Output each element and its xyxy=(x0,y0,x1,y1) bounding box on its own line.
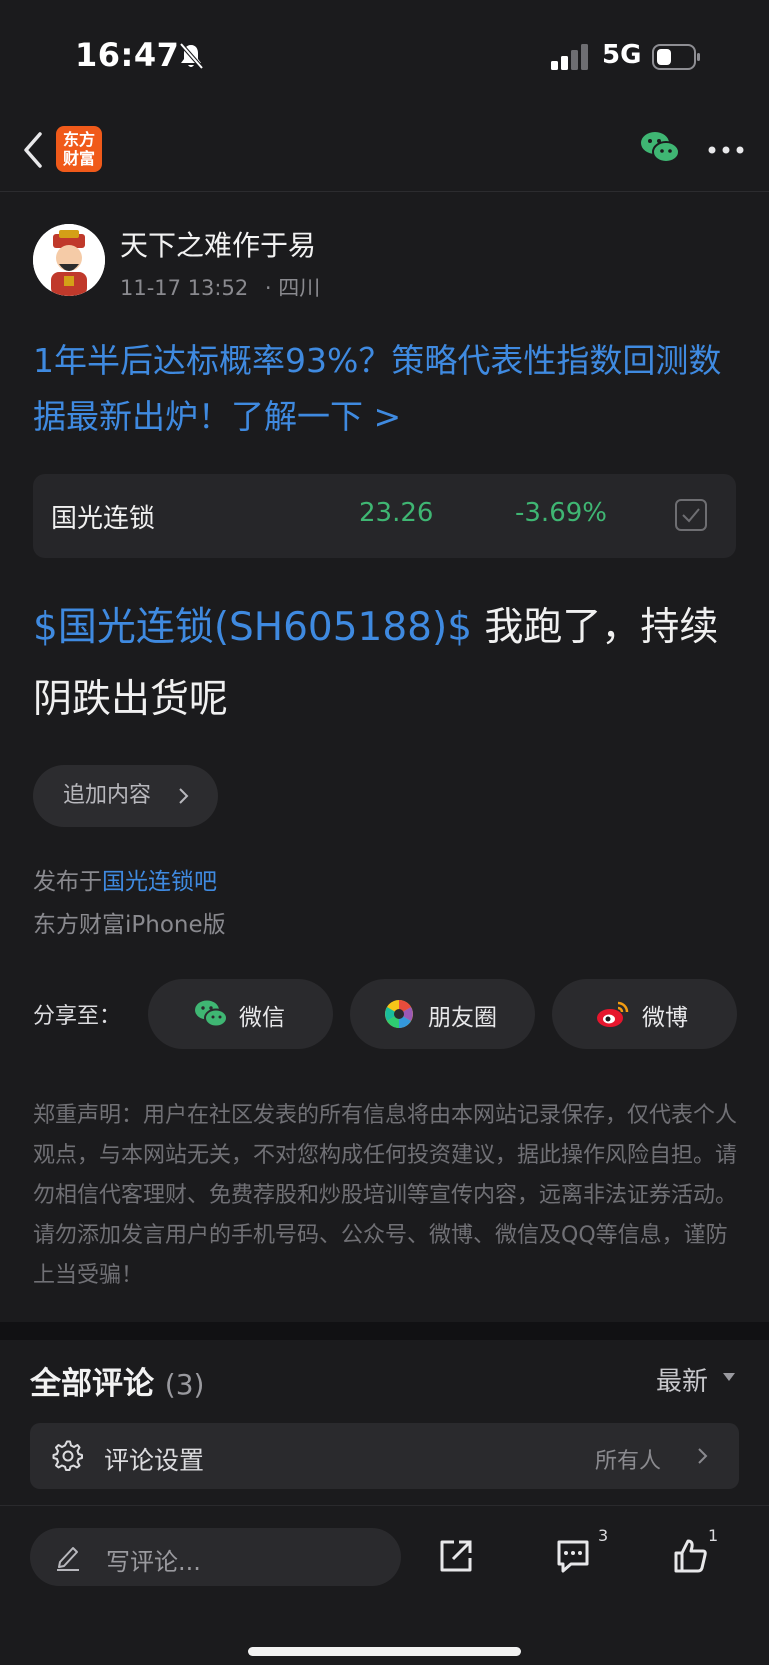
stock-name: 国光连锁 xyxy=(51,504,156,534)
back-chevron-icon[interactable] xyxy=(18,128,48,172)
forum-link[interactable]: 国光连锁吧 xyxy=(102,869,217,895)
add-content-button[interactable]: 追加内容 xyxy=(33,765,218,827)
moments-icon xyxy=(385,1000,413,1028)
watchlist-checkbox-icon[interactable] xyxy=(674,498,708,532)
share-weibo-label: 微博 xyxy=(642,1005,688,1031)
add-content-label: 追加内容 xyxy=(63,783,152,808)
sort-dropdown[interactable]: 最新 xyxy=(656,1361,708,1398)
disclaimer-text: 郑重声明：用户在社区发表的所有信息将由本网站记录保存，仅代表个人观点，与本网站无… xyxy=(33,1103,738,1288)
share-export-icon[interactable] xyxy=(436,1536,476,1576)
nav-bar: 东方 财富 xyxy=(0,110,769,192)
share-moments-label: 朋友圈 xyxy=(428,1005,497,1031)
caret-down-icon[interactable] xyxy=(722,1372,736,1382)
share-weibo-button[interactable]: 微博 xyxy=(552,979,737,1049)
post-location: · 四川 xyxy=(264,276,321,300)
wechat-share-icon[interactable] xyxy=(640,130,680,166)
comment-bubble-icon[interactable] xyxy=(553,1536,593,1576)
like-thumb-icon[interactable] xyxy=(671,1536,711,1576)
post-body: $国光连锁(SH605188)$ 我跑了，持续阴跌出货呢 xyxy=(33,592,743,736)
bottom-action-bar: 写评论... 3 1 xyxy=(0,1505,769,1665)
network-type: 5G xyxy=(602,40,642,70)
pen-icon xyxy=(57,1547,79,1571)
comments-header: 全部评论 (3) xyxy=(30,1358,204,1403)
stock-card[interactable]: 国光连锁 23.26 -3.69% xyxy=(33,474,736,558)
stock-price: 23.26 xyxy=(359,498,434,528)
comment-settings-row[interactable]: 评论设置 所有人 xyxy=(30,1423,739,1489)
write-comment-placeholder: 写评论... xyxy=(106,1548,201,1576)
avatar-image xyxy=(33,224,105,296)
author-name[interactable]: 天下之难作于易 xyxy=(120,224,316,264)
stock-change: -3.69% xyxy=(515,498,607,528)
share-wechat-label: 微信 xyxy=(239,1005,285,1031)
comment-settings-label: 评论设置 xyxy=(104,1446,205,1475)
like-count-badge: 1 xyxy=(708,1526,719,1545)
home-indicator xyxy=(248,1647,521,1656)
wechat-icon xyxy=(195,1000,228,1028)
chevron-right-icon xyxy=(698,1448,708,1464)
share-wechat-button[interactable]: 微信 xyxy=(148,979,333,1049)
more-options-icon[interactable] xyxy=(708,146,744,154)
post-meta: 11-17 13:52 · 四川 xyxy=(120,272,320,302)
comments-count: (3) xyxy=(164,1368,205,1401)
comments-title: 全部评论 xyxy=(30,1366,154,1402)
weibo-icon xyxy=(597,1001,629,1027)
comment-settings-value: 所有人 xyxy=(595,1449,662,1474)
post-datetime: 11-17 13:52 xyxy=(120,276,249,300)
app-logo[interactable]: 东方 财富 xyxy=(56,126,102,172)
gear-icon xyxy=(52,1440,83,1471)
published-prefix: 发布于 xyxy=(33,869,102,895)
promo-link[interactable]: 1年半后达标概率93%？策略代表性指数回测数据最新出炉！了解一下 > xyxy=(33,333,733,445)
status-bar: 16:47 5G xyxy=(0,0,769,110)
share-moments-button[interactable]: 朋友圈 xyxy=(350,979,535,1049)
signal-icon xyxy=(551,44,588,70)
section-divider xyxy=(0,1322,769,1340)
post-stock-link[interactable]: $国光连锁(SH605188)$ xyxy=(33,605,472,650)
battery-icon xyxy=(652,44,700,70)
published-in: 发布于国光连锁吧 xyxy=(33,862,217,896)
comment-count-badge: 3 xyxy=(598,1526,609,1545)
share-label: 分享至： xyxy=(33,1004,122,1029)
logo-text-bottom: 财富 xyxy=(62,149,95,168)
author-avatar[interactable] xyxy=(33,224,105,296)
write-comment-input[interactable]: 写评论... xyxy=(30,1528,401,1586)
mute-bell-icon xyxy=(179,42,204,70)
client-source: 东方财富iPhone版 xyxy=(33,912,226,938)
status-time: 16:47 xyxy=(75,36,180,74)
chevron-right-icon xyxy=(179,788,189,804)
logo-text-top: 东方 xyxy=(62,130,95,149)
